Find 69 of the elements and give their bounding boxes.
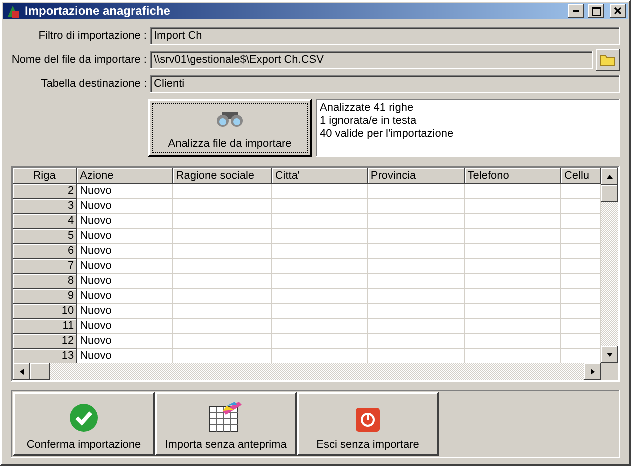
left-arrow-icon (18, 368, 26, 376)
row-number: 5 (13, 228, 77, 244)
field-label: Filtro di importazione : (38, 30, 147, 42)
table-cell: Nuovo (76, 258, 173, 274)
table-cell: Nuovo (76, 334, 173, 348)
import-button[interactable]: Importa senza anteprima (155, 392, 297, 456)
row-number: 10 (13, 304, 77, 318)
row-number: 4 (13, 214, 77, 228)
table-cell: Nuovo (76, 244, 173, 258)
row-number: 13 (13, 348, 77, 363)
exit-button[interactable]: Esci senza importare (297, 392, 439, 456)
table-cell: Nuovo (76, 288, 173, 304)
table-cell: Nuovo (76, 184, 173, 198)
field-label: Nome del file da importare : (11, 54, 147, 66)
column-header[interactable]: Citta' (272, 168, 368, 184)
row-number: 11 (13, 318, 77, 334)
scroll-left-button[interactable] (13, 363, 30, 380)
text-field[interactable]: Import Ch (150, 27, 620, 45)
row-number: 6 (13, 244, 77, 258)
row-number: 9 (13, 288, 77, 304)
log-line: Analizzate 41 righe (320, 102, 415, 115)
scroll-thumb[interactable] (30, 363, 50, 380)
column-header[interactable]: Azione (76, 168, 173, 184)
scroll-thumb[interactable] (601, 185, 618, 202)
spreadsheet-icon (209, 401, 243, 433)
close-icon (614, 7, 622, 15)
window-title: Importazione anagrafiche (25, 4, 172, 18)
table-cell: Nuovo (76, 318, 173, 334)
down-arrow-icon (606, 350, 614, 358)
scroll-down-button[interactable] (601, 346, 618, 363)
scroll-right-button[interactable] (584, 363, 601, 380)
table-cell: Nuovo (76, 274, 173, 288)
close-button[interactable] (610, 4, 626, 18)
column-header[interactable]: Provincia (367, 168, 464, 184)
horizontal-scrollbar[interactable] (13, 363, 601, 380)
row-number: 2 (13, 184, 77, 198)
power-icon (355, 407, 381, 433)
log-line: 40 valide per l'importazione (320, 128, 455, 141)
log-line: 1 ignorata/e in testa (320, 115, 418, 128)
column-header[interactable]: Ragione sociale (172, 168, 272, 184)
row-number: 8 (13, 274, 77, 288)
table-cell: Nuovo (76, 228, 173, 244)
right-arrow-icon (588, 368, 596, 376)
text-field[interactable]: Clienti (150, 75, 620, 93)
column-header[interactable]: Telefono (464, 168, 561, 184)
maximize-icon (592, 6, 600, 16)
folder-icon (600, 53, 616, 67)
maximize-button[interactable] (588, 4, 604, 18)
minimize-button[interactable] (568, 4, 584, 18)
check-icon (69, 403, 99, 433)
vertical-scrollbar[interactable] (601, 168, 618, 363)
table-cell: Nuovo (76, 304, 173, 318)
analyze-button[interactable]: Analizza file da importare (148, 99, 312, 157)
text-field[interactable]: \\srv01\gestionale$\Export Ch.CSV (150, 51, 593, 69)
binoculars-icon (214, 110, 246, 128)
scroll-up-button[interactable] (601, 168, 618, 185)
column-header[interactable]: Cellu (560, 168, 600, 184)
table-cell: Nuovo (76, 214, 173, 228)
field-label: Tabella destinazione : (40, 78, 147, 90)
column-header[interactable]: Riga (13, 168, 77, 184)
browse-button[interactable] (596, 49, 620, 71)
confirm-button[interactable]: Conferma importazione (13, 392, 155, 456)
up-arrow-icon (606, 172, 614, 180)
row-number: 7 (13, 258, 77, 274)
minimize-icon (573, 10, 579, 12)
table-cell: Nuovo (76, 198, 173, 214)
row-number: 3 (13, 198, 77, 214)
scrollbar-corner (601, 363, 618, 380)
row-number: 12 (13, 334, 77, 348)
